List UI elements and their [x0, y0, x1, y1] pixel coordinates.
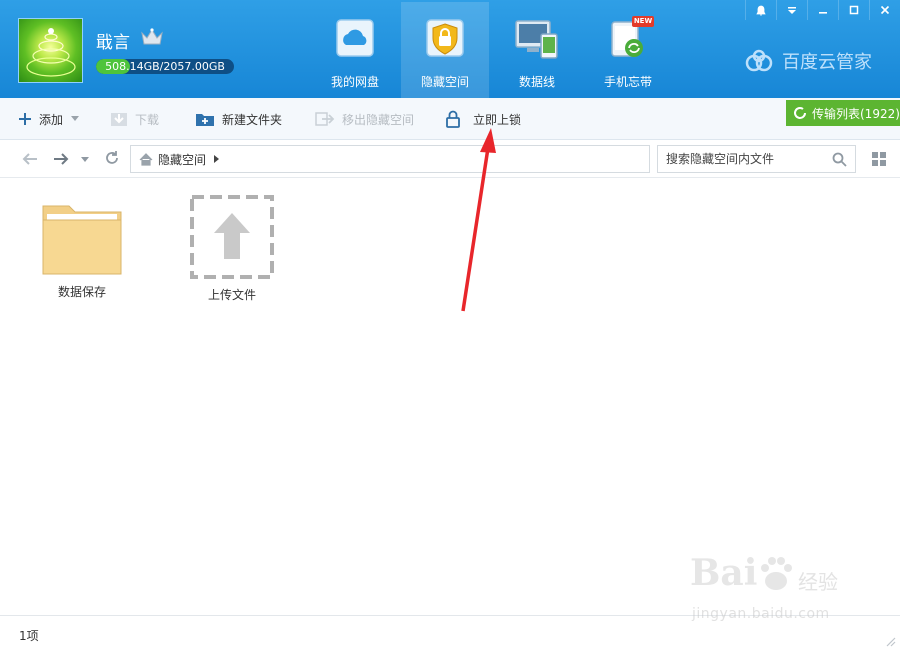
new-folder-icon [196, 114, 214, 126]
vip-crown-icon[interactable] [140, 27, 164, 47]
search-input[interactable]: 搜索隐藏空间内文件 [657, 145, 856, 173]
maximize-button[interactable] [838, 0, 869, 20]
devices-icon [515, 20, 558, 59]
upload-label: 上传文件 [207, 288, 256, 302]
baidu-jingyan-watermark: Bai 经验 jingyan.baidu.com [690, 552, 870, 632]
lock-icon [446, 110, 460, 128]
new-badge: NEW [632, 16, 654, 27]
refresh-spinner-icon [794, 107, 806, 119]
notification-button[interactable] [745, 0, 776, 20]
cloud-icon [336, 19, 374, 57]
grid-view-icon[interactable] [872, 152, 887, 167]
paw-icon [761, 557, 792, 590]
tab-label: 手机忘带 [603, 75, 652, 89]
folder-name: 数据保存 [57, 285, 106, 299]
transfer-list-button[interactable]: 传输列表(1922) [786, 100, 900, 126]
folder-item[interactable]: 数据保存 [32, 200, 132, 300]
upload-icon [190, 195, 274, 279]
menu-button[interactable] [776, 0, 807, 20]
lock-shield-icon [426, 19, 464, 57]
toolbar: 添加 下载 新建文件夹 移出隐藏空间 立即上锁 [0, 98, 900, 140]
tab-label: 数据线 [518, 75, 555, 89]
address-bar: 隐藏空间 搜索隐藏空间内文件 [0, 140, 900, 178]
brand-logo: 百度云管家 [742, 48, 872, 74]
add-label: 添加 [39, 112, 64, 127]
avatar-swirl-icon [26, 28, 76, 77]
app-header: 戢言 508.14GB/2057.00GB 我的网盘 隐藏空间 数据线 NEW … [0, 0, 900, 98]
transfer-label: 传输列表(1922) [812, 106, 900, 121]
watermark-url: jingyan.baidu.com [692, 606, 830, 622]
username: 戢言 [96, 33, 130, 53]
close-icon [880, 5, 890, 15]
lock-now-button[interactable]: 立即上锁 [445, 98, 521, 140]
tab-hidden-space[interactable]: 隐藏空间 [401, 2, 489, 98]
search-icon[interactable] [832, 152, 847, 167]
minimize-icon [819, 12, 827, 14]
baidu-cloud-icon [745, 49, 773, 72]
refresh-icon[interactable] [104, 150, 120, 166]
tab-label: 隐藏空间 [420, 75, 469, 89]
plus-icon [19, 113, 31, 125]
move-out-label: 移出隐藏空间 [342, 112, 415, 127]
breadcrumb-current[interactable]: 隐藏空间 [158, 151, 206, 168]
watermark-suffix: 经验 [798, 570, 838, 594]
move-out-button[interactable]: 移出隐藏空间 [315, 98, 414, 140]
watermark-logo: Bai [690, 552, 758, 594]
download-button[interactable]: 下载 [110, 98, 159, 140]
download-icon [111, 113, 127, 126]
chevron-down-icon [71, 116, 80, 121]
forward-arrow-icon[interactable] [53, 152, 69, 166]
new-folder-label: 新建文件夹 [222, 112, 283, 127]
history-dropdown-icon[interactable] [81, 157, 89, 163]
path-breadcrumb[interactable]: 隐藏空间 [130, 145, 650, 173]
dropdown-menu-icon [788, 7, 796, 14]
folder-icon [42, 205, 122, 275]
bell-icon [756, 5, 766, 15]
lock-now-label: 立即上锁 [473, 112, 522, 127]
search-placeholder: 搜索隐藏空间内文件 [666, 152, 775, 166]
close-button[interactable] [869, 0, 900, 20]
maximize-icon [849, 5, 859, 15]
move-out-icon [315, 112, 335, 126]
home-icon [139, 152, 153, 166]
download-label: 下载 [135, 112, 160, 127]
user-avatar[interactable] [18, 18, 83, 83]
back-arrow-icon[interactable] [22, 152, 38, 166]
tab-phone-backup[interactable]: NEW 手机忘带 [584, 2, 672, 98]
chevron-right-icon[interactable] [214, 155, 220, 163]
tab-label: 我的网盘 [330, 75, 379, 89]
window-controls [745, 0, 900, 22]
minimize-button[interactable] [807, 0, 838, 20]
new-folder-button[interactable]: 新建文件夹 [195, 98, 282, 140]
storage-quota-bar: 508.14GB/2057.00GB [96, 59, 234, 74]
tab-my-disk[interactable]: 我的网盘 [311, 2, 399, 98]
quota-text: 508.14GB/2057.00GB [105, 60, 225, 73]
upload-file-item[interactable]: 上传文件 [182, 195, 282, 303]
resize-grip-icon[interactable] [884, 635, 896, 647]
add-button[interactable]: 添加 [18, 98, 80, 140]
brand-text: 百度云管家 [782, 52, 872, 73]
item-count: 1项 [19, 629, 39, 643]
tab-data-line[interactable]: 数据线 [493, 2, 581, 98]
